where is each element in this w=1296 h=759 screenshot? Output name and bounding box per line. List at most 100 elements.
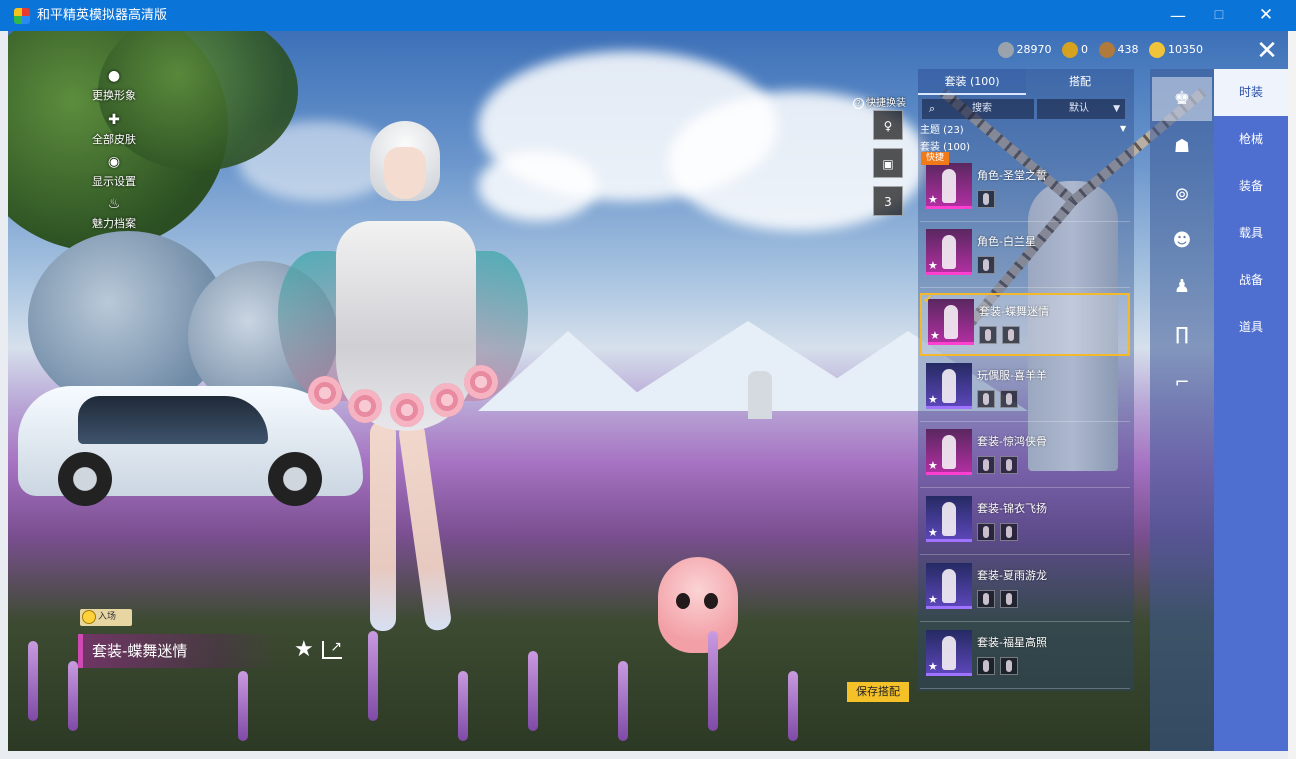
title-bar: 和平精英模拟器高清版 — ☐ ✕ <box>0 0 1296 31</box>
outfit-piece[interactable] <box>977 590 995 608</box>
outfit-item[interactable]: ★ 角色-白兰星 <box>920 225 1130 288</box>
tab-outfits[interactable]: 套装 (100) <box>918 69 1026 95</box>
star-icon: ★ <box>930 329 940 342</box>
search-input[interactable]: ⌕ 搜索 <box>922 99 1034 119</box>
socks-icon[interactable]: ⌐ <box>1152 361 1212 405</box>
outfit-piece[interactable] <box>1000 657 1018 675</box>
search-icon: ⌕ <box>929 102 936 115</box>
desktop-edge <box>1288 31 1296 759</box>
quick-slot-3[interactable]: 3 <box>873 186 903 216</box>
category-combat-prep[interactable]: 战备 <box>1214 257 1288 304</box>
outfit-name: 玩偶服-喜羊羊 <box>977 369 1047 382</box>
player-character[interactable] <box>278 121 528 641</box>
outfit-item[interactable]: ★ 快捷 角色-圣堂之誓 <box>920 152 1130 222</box>
category-guns[interactable]: 枪械 <box>1214 116 1288 163</box>
quick-slot-2[interactable]: ▣ <box>873 148 903 178</box>
entry-effect-badge[interactable]: 入场 <box>80 609 132 626</box>
category-props[interactable]: 道具 <box>1214 304 1288 351</box>
game-viewport: ● 更换形象 ✚ 全部皮肤 ◉ 显示设置 ♨ 魅力档案 28970 0 438 … <box>8 31 1288 751</box>
outfit-item[interactable]: ★ 套装-福星高照 <box>920 626 1130 689</box>
all-skins-button[interactable]: ✚ 全部皮肤 <box>74 111 154 151</box>
favorite-star-icon[interactable]: ★ <box>294 639 314 661</box>
lavender <box>788 671 798 741</box>
charm-profile-button[interactable]: ♨ 魅力档案 <box>74 195 154 235</box>
outfit-name: 角色-圣堂之誓 <box>977 169 1047 182</box>
help-icon: ? <box>853 98 864 109</box>
bronze-coin-icon <box>1098 42 1115 58</box>
save-outfit-button[interactable]: 保存搭配 <box>847 682 909 702</box>
outfit-item[interactable]: ★ 套装-锦衣飞扬 <box>920 492 1130 555</box>
display-settings-button[interactable]: ◉ 显示设置 <box>74 153 154 193</box>
outfit-piece[interactable] <box>1000 390 1018 408</box>
figure-icon[interactable]: ♟ <box>1152 265 1212 309</box>
puzzle-icon: ✚ <box>108 112 120 128</box>
close-icon[interactable]: ✕ <box>1254 38 1280 64</box>
outfit-piece[interactable] <box>977 256 995 274</box>
outfit-name: 套装-惊鸿侠骨 <box>977 435 1047 448</box>
outfit-item[interactable]: ★ 套装-惊鸿侠骨 <box>920 425 1130 488</box>
quick-slot-1[interactable]: ♀ <box>873 110 903 140</box>
slot-icon-column: ♚ ☗ ⊚ ☻ ♟ ∏ ⌐ <box>1150 69 1214 751</box>
outfit-piece[interactable] <box>1002 326 1020 344</box>
minimize-button[interactable]: — <box>1155 0 1201 31</box>
lavender <box>28 641 38 721</box>
star-icon: ★ <box>928 393 938 406</box>
outfit-list-panel: 套装 (100) 搭配 ⌕ 搜索 默认 ▼ 主题 (23) ▼ 套装 (100)… <box>918 69 1134 691</box>
category-sidebar: 时装 枪械 装备 载具 战备 道具 <box>1214 69 1288 751</box>
outfit-item[interactable]: ★ 套装-夏雨游龙 <box>920 559 1130 622</box>
outfit-thumbnail: ★ <box>926 630 972 676</box>
pants-icon[interactable]: ∏ <box>1152 313 1212 357</box>
outfit-item-selected[interactable]: ★ ✔ 套装-蝶舞迷情 <box>920 293 1130 356</box>
goggles-icon[interactable]: ⊚ <box>1152 173 1212 217</box>
lavender <box>618 661 628 741</box>
gun-skin-icon[interactable]: ☗ <box>1152 125 1212 169</box>
outfit-item[interactable]: ★ 玩偶服-喜羊羊 <box>920 359 1130 422</box>
star-icon: ★ <box>928 459 938 472</box>
lavender <box>458 671 468 741</box>
change-avatar-button[interactable]: ● 更换形象 <box>74 67 154 107</box>
lavender <box>368 631 378 721</box>
currency-silver: 28970 <box>997 40 1052 60</box>
star-icon: ★ <box>928 593 938 606</box>
currency-coupon: 10350 <box>1149 40 1203 60</box>
quick-badge: 快捷 <box>921 152 949 165</box>
share-icon[interactable]: ↗ <box>322 640 342 659</box>
outfit-icon[interactable]: ♚ <box>1152 77 1212 121</box>
outfit-name: 套装-锦衣飞扬 <box>977 502 1047 515</box>
outfit-name: 套装-蝶舞迷情 <box>979 305 1049 318</box>
outfit-piece[interactable] <box>1000 590 1018 608</box>
outfit-name: 套装-夏雨游龙 <box>977 569 1047 582</box>
category-gear[interactable]: 装备 <box>1214 163 1288 210</box>
check-icon: ✔ <box>923 292 934 306</box>
outfit-thumbnail: ★ <box>928 299 974 345</box>
maximize-button[interactable]: ☐ <box>1196 0 1242 31</box>
filter-caret-icon[interactable]: ▼ <box>1120 124 1126 133</box>
tab-match[interactable]: 搭配 <box>1026 69 1134 95</box>
outfit-piece[interactable] <box>977 456 995 474</box>
category-vehicles[interactable]: 载具 <box>1214 210 1288 257</box>
outfit-piece[interactable] <box>1000 456 1018 474</box>
outfit-thumbnail: ★ <box>926 363 972 409</box>
current-outfit-name: 套装-蝶舞迷情 <box>78 634 278 668</box>
outfit-piece[interactable] <box>977 657 995 675</box>
lavender <box>708 631 718 731</box>
star-icon: ★ <box>928 526 938 539</box>
outfit-piece[interactable] <box>977 523 995 541</box>
outfit-name: 套装-福星高照 <box>977 636 1047 649</box>
window-title: 和平精英模拟器高清版 <box>37 8 168 23</box>
outfit-thumbnail: ★ <box>926 163 972 209</box>
mask-icon[interactable]: ☻ <box>1152 219 1212 263</box>
person-icon: ● <box>107 68 121 84</box>
category-fashion[interactable]: 时装 <box>1214 69 1288 116</box>
sort-dropdown[interactable]: 默认 ▼ <box>1037 99 1125 119</box>
outfit-piece[interactable] <box>1000 523 1018 541</box>
fire-icon: ♨ <box>107 196 121 212</box>
outfit-piece[interactable] <box>977 190 995 208</box>
close-window-button[interactable]: ✕ <box>1243 0 1289 31</box>
eye-icon: ◉ <box>107 154 121 170</box>
star-icon: ★ <box>928 259 938 272</box>
filter-theme[interactable]: 主题 (23) <box>920 123 964 139</box>
outfit-piece[interactable] <box>979 326 997 344</box>
quick-swap-label[interactable]: ? 快捷换装 <box>853 94 906 109</box>
outfit-piece[interactable] <box>977 390 995 408</box>
